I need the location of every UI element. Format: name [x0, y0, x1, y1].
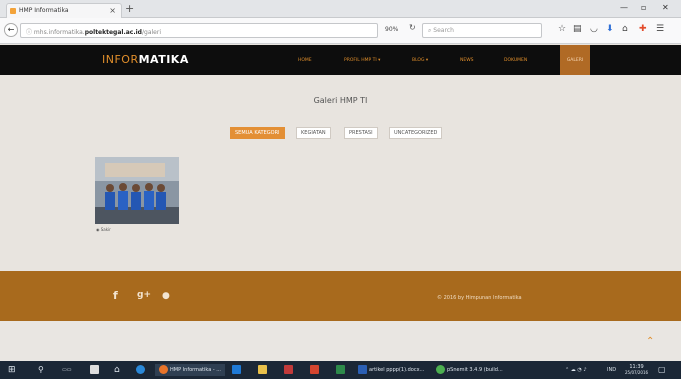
- filter-prestasi[interactable]: PRESTASI: [344, 127, 378, 139]
- tray-icons[interactable]: ⌃ ☁ ◔ ♪: [565, 364, 587, 376]
- filter-semua-kategori[interactable]: SEMUA KATEGORI: [230, 127, 285, 139]
- facebook-icon[interactable]: f: [113, 289, 118, 302]
- url-path: /galeri: [141, 29, 161, 36]
- info-icon: ⓘ: [26, 29, 34, 36]
- back-button[interactable]: ←: [4, 23, 18, 37]
- nav-blog[interactable]: BLOG ▾: [412, 58, 428, 63]
- google-plus-icon[interactable]: g+: [137, 290, 151, 300]
- app-icon-1[interactable]: [284, 364, 295, 376]
- logo-bold-text: MATIKA: [138, 53, 189, 66]
- reload-icon[interactable]: ↻: [409, 23, 416, 32]
- url-prefix: mhs.informatika.: [33, 29, 85, 36]
- file-explorer-icon[interactable]: [258, 364, 269, 376]
- browser-tab-bar: HMP Informatika × + — ▫ ✕: [0, 0, 681, 18]
- tab-close-icon[interactable]: ×: [109, 6, 116, 15]
- extension-icon[interactable]: ✚: [639, 24, 647, 34]
- chat-icon[interactable]: ●: [162, 291, 170, 301]
- favicon-icon: [10, 8, 16, 14]
- taskbar-app-label: HMP Informatika - ...: [170, 367, 222, 373]
- site-logo[interactable]: INFORMATIKA: [102, 53, 189, 66]
- nav-news[interactable]: NEWS: [460, 58, 474, 63]
- edge-icon[interactable]: [232, 364, 243, 376]
- nav-dokumen[interactable]: DOKUMEN: [504, 58, 527, 63]
- taskbar-word[interactable]: artikel pppp(1).docx...: [358, 364, 424, 376]
- filter-kegiatan[interactable]: KEGIATAN: [296, 127, 331, 139]
- logo-light-text: INFOR: [102, 53, 139, 66]
- url-domain: poltektegal.ac.id: [84, 29, 142, 36]
- taskbar-psiphon[interactable]: pSnemit 3.4.9 (build...: [436, 364, 503, 376]
- page-title: Galeri HMP TI: [313, 96, 368, 105]
- maximize-button[interactable]: ▫: [641, 3, 646, 12]
- home-icon[interactable]: ⌂: [114, 364, 120, 376]
- start-icon[interactable]: ⊞: [8, 364, 16, 376]
- download-icon[interactable]: ⬇: [606, 24, 614, 34]
- browser-toolbar: ← ⓘ mhs.informatika.poltektegal.ac.id/ga…: [0, 18, 681, 44]
- reading-list-icon[interactable]: ▤: [573, 24, 582, 34]
- browser-tab[interactable]: HMP Informatika ×: [6, 3, 122, 18]
- site-header: INFORMATIKA HOME PROFIL HMP TI ▾ BLOG ▾ …: [0, 45, 681, 75]
- tab-title: HMP Informatika: [19, 7, 69, 14]
- taskbar-app-label: artikel pppp(1).docx...: [369, 367, 425, 373]
- bookmark-star-icon[interactable]: ☆: [558, 24, 566, 34]
- store-icon[interactable]: [90, 364, 101, 376]
- language-indicator[interactable]: IND: [607, 364, 616, 376]
- ie-icon[interactable]: [136, 364, 147, 376]
- gallery-caption-text: Sakir: [100, 227, 111, 232]
- minimize-button[interactable]: —: [620, 3, 628, 12]
- search-placeholder: Search: [433, 27, 454, 34]
- os-taskbar: ⊞ ⚲ ▭▭ ⌂ HMP Informatika - ... artikel p…: [0, 361, 681, 379]
- site-footer: f g+ ● © 2016 by Himpunan Informatika: [0, 271, 681, 321]
- taskbar-firefox[interactable]: HMP Informatika - ...: [155, 364, 226, 376]
- taskbar-app-label: pSnemit 3.4.9 (build...: [447, 367, 503, 373]
- address-bar[interactable]: ⓘ mhs.informatika.poltektegal.ac.id/gale…: [20, 23, 378, 38]
- excel-icon[interactable]: [336, 364, 347, 376]
- search-icon: ⌕: [428, 27, 432, 34]
- app-icon-2[interactable]: [310, 364, 321, 376]
- gallery-photo[interactable]: [95, 157, 179, 224]
- new-tab-button[interactable]: +: [125, 3, 134, 14]
- search-icon[interactable]: ⚲: [38, 364, 44, 376]
- clock[interactable]: 11:39 25/07/2016: [625, 364, 648, 376]
- nav-galeri[interactable]: GALERI: [560, 45, 590, 75]
- nav-profil[interactable]: PROFIL HMP TI ▾: [344, 58, 380, 63]
- pocket-icon[interactable]: ◡: [590, 24, 598, 34]
- gallery-caption: ◉ Sakir: [96, 227, 111, 232]
- task-view-icon[interactable]: ▭▭: [62, 364, 71, 376]
- notification-icon[interactable]: ▢: [658, 364, 666, 376]
- page-bottom: ⌃: [0, 321, 681, 361]
- footer-copyright: © 2016 by Himpunan Informatika: [437, 295, 522, 301]
- search-input[interactable]: ⌕ Search: [422, 23, 542, 38]
- nav-home[interactable]: HOME: [298, 58, 312, 63]
- zoom-level[interactable]: 90%: [385, 26, 398, 33]
- menu-icon[interactable]: ☰: [656, 24, 664, 34]
- close-window-button[interactable]: ✕: [662, 3, 669, 12]
- home-icon[interactable]: ⌂: [622, 24, 628, 34]
- back-to-top-icon[interactable]: ⌃: [646, 336, 654, 347]
- filter-uncategorized[interactable]: UNCATEGORIZED: [389, 127, 443, 139]
- clock-date: 25/07/2016: [625, 370, 649, 375]
